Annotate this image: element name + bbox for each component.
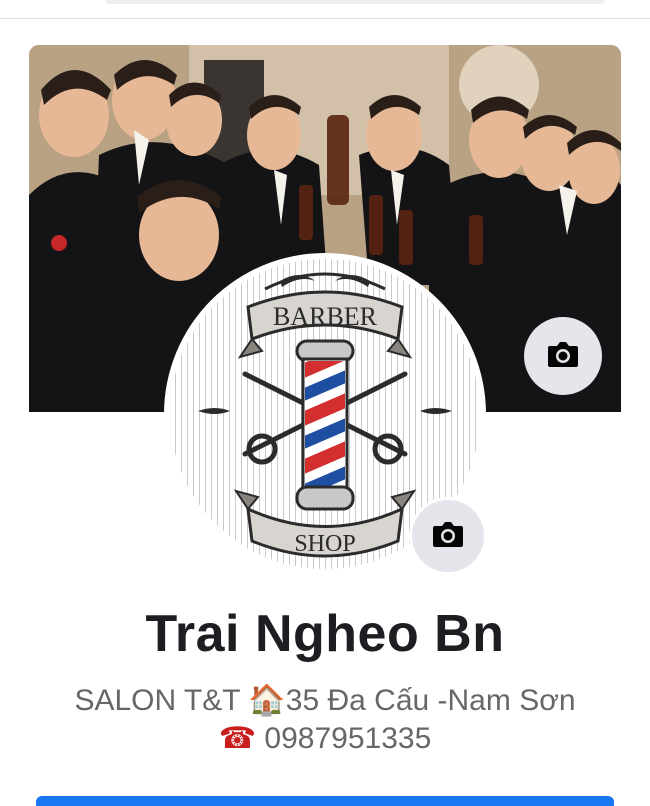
primary-action-button[interactable]: [36, 796, 614, 806]
top-bar: [0, 0, 650, 19]
bio-phone-text: 0987951335: [264, 722, 432, 755]
logo-top-text: BARBER: [273, 302, 378, 331]
profile-bio: SALON T&T 🏠35 Đa Cấu -Nam Sơn ☎ 09879513…: [0, 682, 650, 758]
telephone-icon: ☎: [218, 721, 257, 756]
camera-icon: [432, 520, 464, 553]
bio-phone-line: ☎ 0987951335: [0, 720, 650, 758]
bio-salon-text: SALON T&T: [74, 684, 241, 717]
logo-bottom-text: SHOP: [294, 531, 355, 557]
house-icon: 🏠: [248, 683, 286, 718]
profile-picture-camera-button[interactable]: [409, 497, 487, 575]
camera-icon: [547, 340, 579, 373]
cover-photo-camera-button[interactable]: [524, 317, 602, 395]
bio-address-line: SALON T&T 🏠35 Đa Cấu -Nam Sơn: [0, 682, 650, 720]
top-bar-edge: [105, 0, 605, 4]
bio-address-text: 35 Đa Cấu -Nam Sơn: [285, 684, 576, 717]
profile-name: Trai Ngheo Bn: [145, 605, 505, 663]
